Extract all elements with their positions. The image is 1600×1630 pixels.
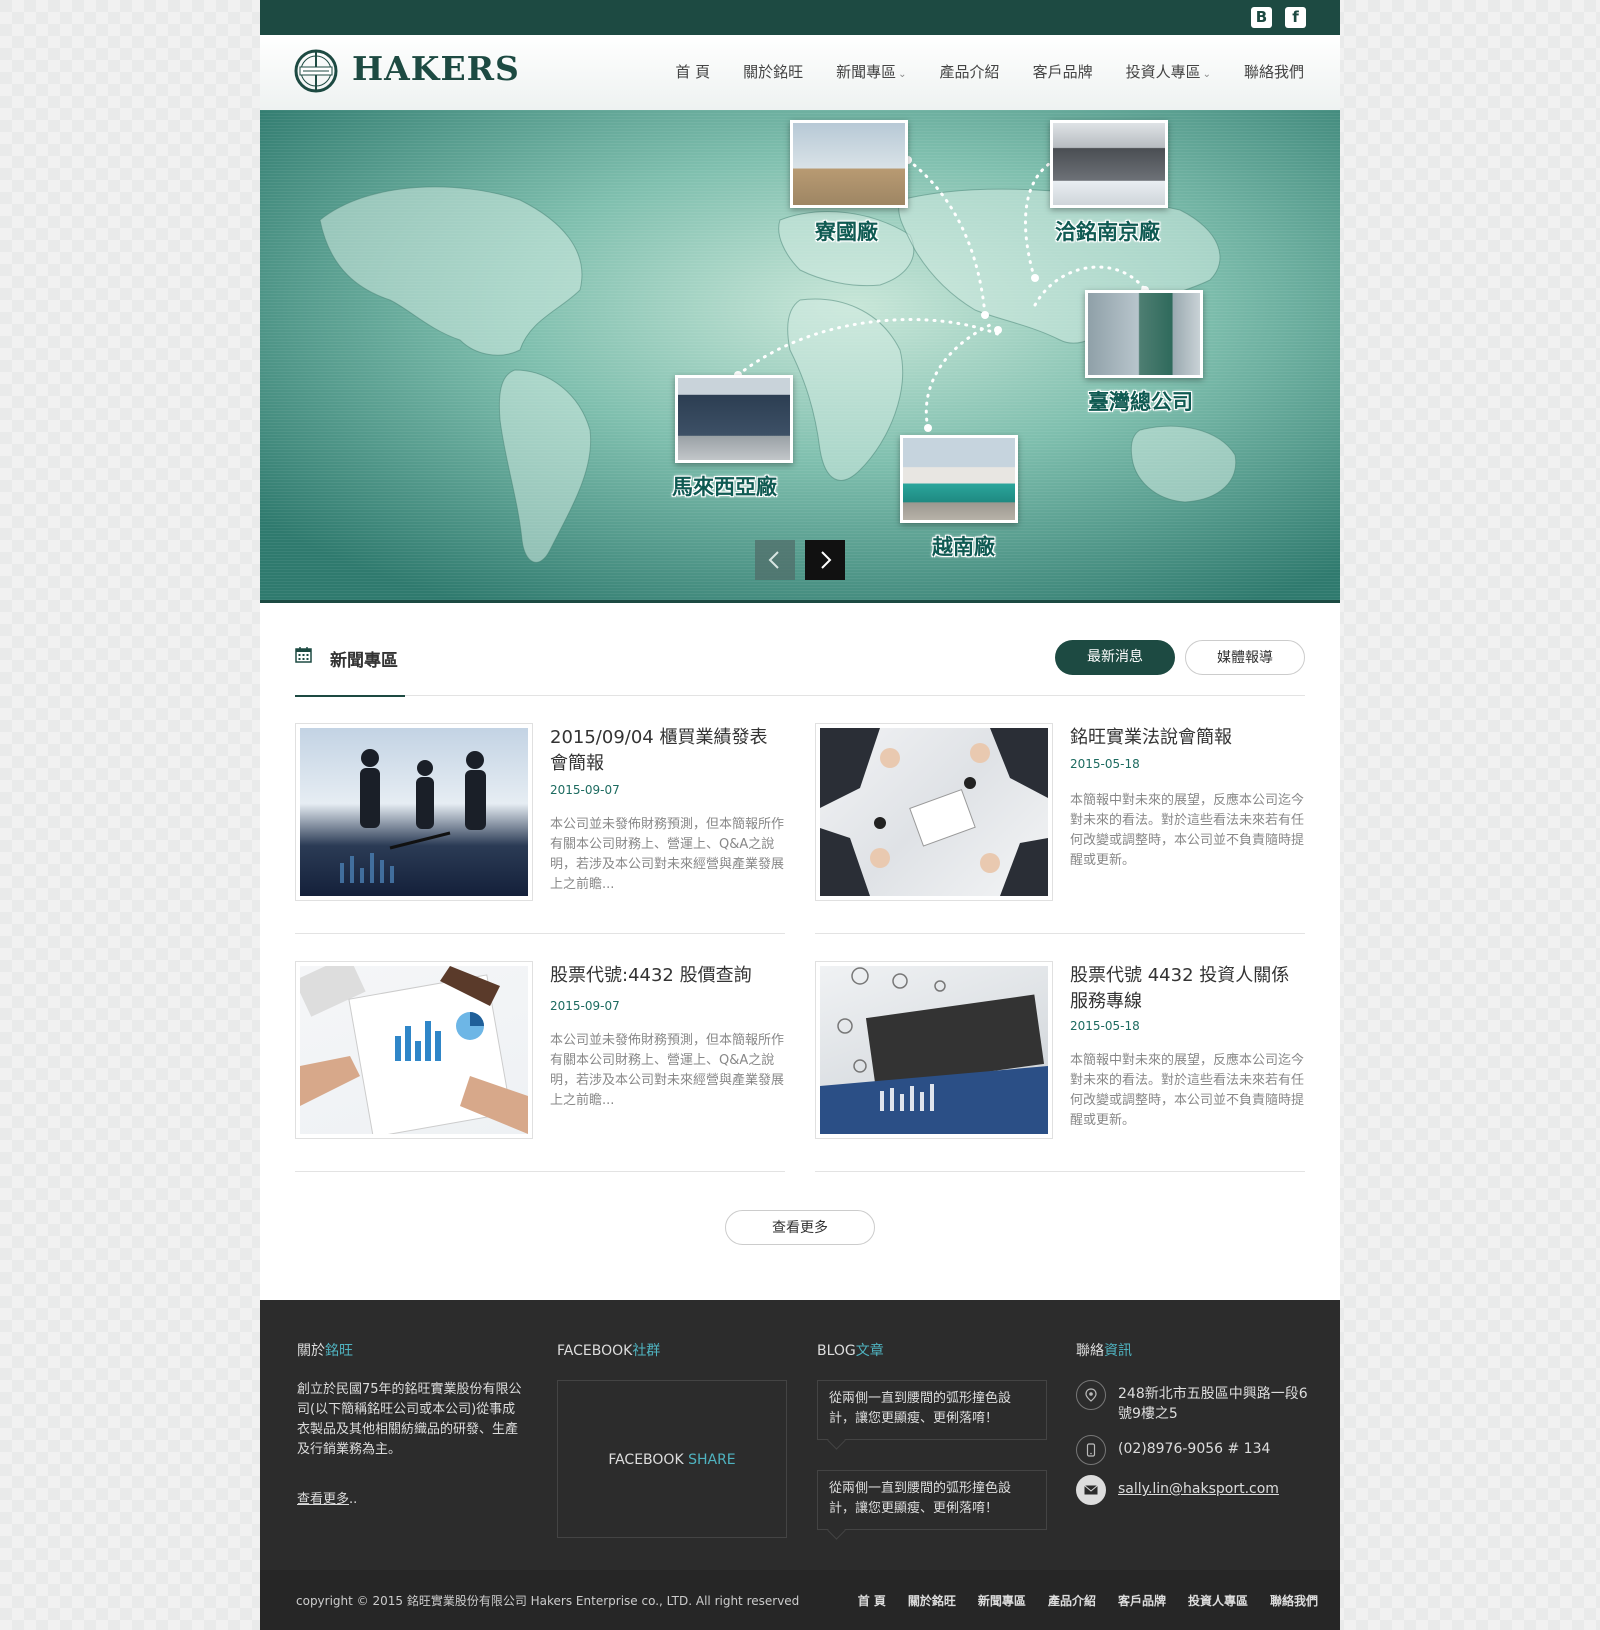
chevron-down-icon: ⌄: [898, 69, 907, 80]
contact-phone-row: (02)8976-9056 # 134: [1076, 1435, 1308, 1465]
facebook-share-widget[interactable]: FACEBOOK SHARE: [557, 1380, 787, 1538]
location-label-nanjing: 洽銘南京廠: [1055, 220, 1160, 244]
footer-about-more-link[interactable]: 查看更多: [297, 1492, 349, 1507]
thailand-factory-photo[interactable]: [790, 120, 908, 208]
hero-divider: [260, 600, 1340, 603]
footer-blog-heading: BLOG文章: [817, 1343, 884, 1359]
location-label-taiwan: 臺灣總公司: [1088, 390, 1193, 414]
news-section-title: 新聞專區: [330, 651, 398, 671]
article-thumbnail[interactable]: [815, 723, 1053, 901]
contact-phone[interactable]: (02)8976-9056 # 134: [1118, 1439, 1308, 1459]
news-article: 銘旺實業法說會簡報 2015-05-18 本簡報中對未來的展望，反應本公司迄今對…: [815, 723, 1305, 934]
footer-bottom-bar: copyright © 2015 銘旺實業股份有限公司 Hakers Enter…: [260, 1570, 1340, 1630]
calendar-icon: [295, 647, 312, 663]
blog-post-card[interactable]: 從兩側一直到腰間的弧形撞色設計，讓您更顯瘦、更俐落唷！: [817, 1380, 1047, 1440]
chevron-right-icon: [821, 551, 832, 569]
footer-nav-products[interactable]: 產品介紹: [1048, 1592, 1096, 1609]
tab-latest-news[interactable]: 最新消息: [1055, 640, 1175, 675]
chevron-left-icon: [768, 551, 779, 569]
blogger-icon[interactable]: B: [1251, 7, 1272, 28]
footer-nav-contact[interactable]: 聯絡我們: [1270, 1592, 1318, 1609]
nav-item-brands[interactable]: 客戶品牌: [1033, 61, 1093, 82]
nav-item-contact[interactable]: 聯絡我們: [1244, 61, 1304, 82]
view-more-button[interactable]: 查看更多: [725, 1210, 875, 1245]
hero-slider: 寮國廠 洽銘南京廠 臺灣總公司 馬來西亞廠 越南廠: [260, 110, 1340, 603]
footer-facebook-heading: FACEBOOK社群: [557, 1343, 661, 1359]
news-article: 股票代號:4432 股價查詢 2015-09-07 本公司並未發佈財務預測，但本…: [295, 961, 785, 1172]
site-footer: 關於銘旺 創立於民國75年的銘旺實業股份有限公司(以下簡稱銘旺公司或本公司)從事…: [260, 1300, 1340, 1570]
nav-item-news[interactable]: 新聞專區 ⌄: [836, 61, 906, 82]
mail-icon: [1076, 1475, 1106, 1505]
footer-facebook: FACEBOOK社群 FACEBOOK SHARE: [557, 1340, 787, 1580]
copyright-text: copyright © 2015 銘旺實業股份有限公司 Hakers Enter…: [296, 1594, 800, 1608]
article-description: 本公司並未發佈財務預測，但本簡報所作有關本公司財務上、營運上、Q&A之說明，若涉…: [550, 817, 785, 892]
footer-blog: BLOG文章 從兩側一直到腰間的弧形撞色設計，讓您更顯瘦、更俐落唷！ 從兩側一直…: [817, 1340, 1047, 1580]
article-date: 2015-09-07: [550, 783, 620, 797]
top-bar: B f: [260, 0, 1340, 35]
location-label-vietnam: 越南廠: [932, 535, 995, 559]
slider-prev-button[interactable]: [755, 540, 795, 580]
footer-contact-heading: 聯絡資訊: [1076, 1343, 1132, 1359]
article-date: 2015-05-18: [1070, 1019, 1140, 1033]
article-title[interactable]: 銘旺實業法說會簡報: [1070, 725, 1305, 751]
facebook-icon[interactable]: f: [1285, 7, 1306, 28]
chevron-down-icon: ⌄: [1202, 69, 1211, 80]
footer-nav-home[interactable]: 首 頁: [858, 1592, 886, 1609]
footer-nav-about[interactable]: 關於銘旺: [908, 1592, 956, 1609]
site-header: HAKERS 首 頁 關於銘旺 新聞專區 ⌄ 產品介紹 客戶品牌 投資人專區 ⌄ 聯…: [260, 35, 1340, 111]
meeting-table-image: [820, 728, 1048, 896]
tablet-analytics-image: [820, 967, 1048, 1134]
location-label-malaysia: 馬來西亞廠: [672, 475, 777, 499]
page: B f HAKERS 首 頁 關於銘旺 新聞專區 ⌄ 產品介紹 客戶品牌 投資人專…: [260, 0, 1340, 1630]
slider-next-button[interactable]: [805, 540, 845, 580]
nav-item-investors[interactable]: 投資人專區 ⌄: [1126, 61, 1211, 82]
contact-address: 248新北市五股區中興路一段6號9樓之5: [1118, 1386, 1308, 1422]
footer-nav-investors[interactable]: 投資人專區: [1188, 1592, 1248, 1609]
article-description: 本簡報中對未來的展望，反應本公司迄今對未來的看法。對於這些看法未來若有任何改變或…: [1070, 1053, 1305, 1128]
taiwan-office-photo[interactable]: [1085, 290, 1203, 378]
business-silhouette-image: [340, 749, 486, 883]
footer-about-text: 創立於民國75年的銘旺實業股份有限公司(以下簡稱銘旺公司或本公司)從事成衣製品及…: [297, 1382, 522, 1457]
article-description: 本簡報中對未來的展望，反應本公司迄今對未來的看法。對於這些看法未來若有任何改變或…: [1070, 793, 1305, 868]
article-thumbnail[interactable]: [815, 961, 1053, 1139]
tab-media-reports[interactable]: 媒體報導: [1185, 640, 1305, 675]
footer-contact: 聯絡資訊 248新北市五股區中興路一段6號9樓之5 (02)8976-9056 …: [1076, 1340, 1316, 1540]
article-date: 2015-05-18: [1070, 757, 1140, 771]
malaysia-factory-photo[interactable]: [675, 375, 793, 463]
article-thumbnail[interactable]: [295, 723, 533, 901]
location-label-laos: 寮國廠: [815, 220, 878, 244]
contact-email-row: sally.lin@haksport.com: [1076, 1475, 1308, 1505]
article-title[interactable]: 2015/09/04 櫃買業績發表會簡報: [550, 725, 785, 777]
brand-name[interactable]: HAKERS: [352, 49, 520, 88]
phone-icon: [1076, 1435, 1106, 1465]
footer-nav-news[interactable]: 新聞專區: [978, 1592, 1026, 1609]
map-pin-icon: [1076, 1380, 1106, 1410]
vietnam-factory-photo[interactable]: [900, 435, 1018, 523]
news-title-underline: [295, 695, 405, 697]
news-article: 股票代號 4432 投資人關係服務專線 2015-05-18 本簡報中對未來的展…: [815, 961, 1305, 1172]
nav-item-products[interactable]: 產品介紹: [940, 61, 1000, 82]
contact-address-row: 248新北市五股區中興路一段6號9樓之5: [1076, 1380, 1308, 1424]
hakers-logo-icon[interactable]: [294, 49, 338, 93]
footer-nav: 首 頁 關於銘旺 新聞專區 產品介紹 客戶品牌 投資人專區 聯絡我們: [836, 1592, 1318, 1609]
main-nav: 首 頁 關於銘旺 新聞專區 ⌄ 產品介紹 客戶品牌 投資人專區 ⌄ 聯絡我們: [642, 61, 1304, 82]
article-date: 2015-09-07: [550, 999, 620, 1013]
nav-item-home[interactable]: 首 頁: [675, 61, 710, 82]
article-title[interactable]: 股票代號 4432 投資人關係服務專線: [1070, 963, 1305, 1015]
contact-email[interactable]: sally.lin@haksport.com: [1118, 1479, 1308, 1499]
article-title[interactable]: 股票代號:4432 股價查詢: [550, 963, 785, 989]
nav-item-about[interactable]: 關於銘旺: [743, 61, 803, 82]
article-thumbnail[interactable]: [295, 961, 533, 1139]
charts-paperwork-image: [300, 966, 528, 1134]
news-header: 新聞專區 最新消息 媒體報導: [295, 640, 1305, 697]
footer-more-suffix: ..: [349, 1492, 358, 1507]
article-description: 本公司並未發佈財務預測，但本簡報所作有關本公司財務上、營運上、Q&A之說明，若涉…: [550, 1033, 785, 1108]
news-article: 2015/09/04 櫃買業績發表會簡報 2015-09-07 本公司並未發佈財…: [295, 723, 785, 934]
footer-about-heading: 關於銘旺: [297, 1343, 353, 1359]
footer-about: 關於銘旺 創立於民國75年的銘旺實業股份有限公司(以下簡稱銘旺公司或本公司)從事…: [297, 1340, 522, 1507]
footer-nav-brands[interactable]: 客戶品牌: [1118, 1592, 1166, 1609]
blog-post-card[interactable]: 從兩側一直到腰間的弧形撞色設計，讓您更顯瘦、更俐落唷！: [817, 1470, 1047, 1530]
nanjing-factory-photo[interactable]: [1050, 120, 1168, 208]
